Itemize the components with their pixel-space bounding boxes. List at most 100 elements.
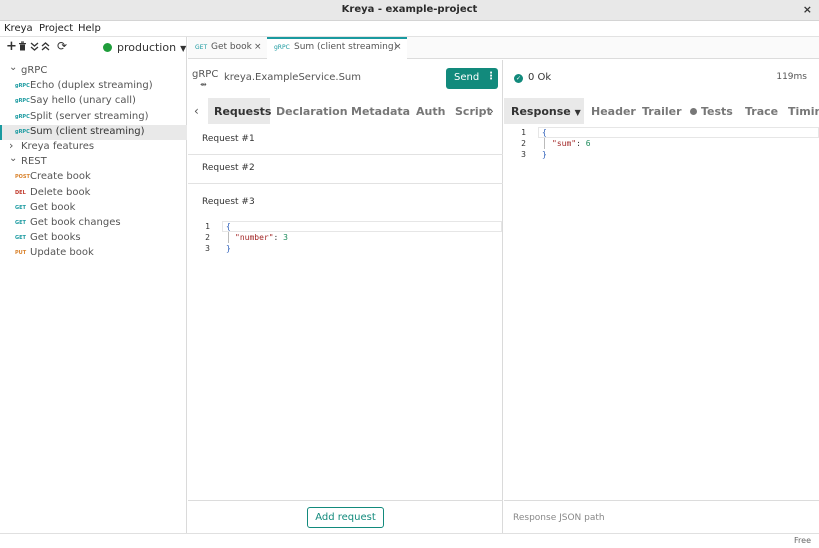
menu-help[interactable]: Help xyxy=(78,23,101,34)
subtab-trailer[interactable]: Trailer xyxy=(642,105,682,118)
environment-status-icon xyxy=(103,43,112,52)
environment-label: production xyxy=(117,41,177,54)
code-line: { xyxy=(542,128,547,137)
add-icon[interactable]: + xyxy=(6,39,17,54)
request-item-3[interactable]: Request #3 xyxy=(188,184,503,218)
line-number: 1 xyxy=(205,222,210,231)
send-label: Send xyxy=(454,72,480,83)
subtab-response-label: Response xyxy=(511,105,571,118)
subtab-auth[interactable]: Auth xyxy=(416,105,445,118)
tree-item[interactable]: PUT Update book xyxy=(0,246,187,261)
tree-item-label: Get books xyxy=(30,232,81,244)
tree-item[interactable]: gRPC Sum (client streaming) xyxy=(0,124,187,140)
code-line: "sum": 6 xyxy=(552,139,591,148)
method-badge: gRPC xyxy=(15,113,30,120)
tree-item-label: Split (server streaming) xyxy=(30,110,149,122)
menu-kreya[interactable]: Kreya xyxy=(4,23,33,34)
tree-item-label: Say hello (unary call) xyxy=(30,95,136,107)
current-line-highlight xyxy=(538,127,819,138)
close-icon[interactable]: × xyxy=(803,3,812,16)
subtab-tests[interactable]: Tests xyxy=(690,105,733,118)
tab-sum-client-streaming[interactable]: gRPC Sum (client streaming) × xyxy=(267,37,407,59)
tree-item[interactable]: gRPC Say hello (unary call) xyxy=(0,94,187,109)
request-pane: gRPC ⇴ kreya.ExampleService.Sum Send ⋮ ‹… xyxy=(188,60,503,533)
line-number: 2 xyxy=(205,233,210,242)
tree-item[interactable]: GET Get book changes xyxy=(0,216,187,231)
subtab-trace[interactable]: Trace xyxy=(745,105,778,118)
subtab-requests[interactable]: Requests xyxy=(214,105,271,118)
tree-group[interactable]: ⌄ REST xyxy=(0,153,187,170)
tests-status-icon xyxy=(690,108,697,115)
json-key: "number" xyxy=(235,233,274,242)
endpoint-field[interactable]: kreya.ExampleService.Sum xyxy=(224,72,361,83)
scroll-right-icon[interactable]: › xyxy=(489,104,494,118)
line-number: 1 xyxy=(521,128,526,137)
subtab-declaration[interactable]: Declaration xyxy=(276,105,348,118)
method-badge: POST xyxy=(15,174,30,181)
subtab-tests-label: Tests xyxy=(701,105,733,118)
menu-project[interactable]: Project xyxy=(39,23,73,34)
request-item-1[interactable]: Request #1 xyxy=(188,127,503,155)
close-icon[interactable]: × xyxy=(394,42,402,52)
tab-get-book[interactable]: GET Get book × xyxy=(188,37,266,59)
line-number: 2 xyxy=(521,139,526,148)
tree-item[interactable]: gRPC Echo (duplex streaming) xyxy=(0,79,187,94)
environment-selector[interactable]: production ▼ xyxy=(103,41,186,54)
sidebar-toolbar: + ⟳ production ▼ xyxy=(0,37,187,60)
tree-item[interactable]: GET Get books xyxy=(0,231,187,246)
sidebar: + ⟳ production ▼ ⌄ gRPC gRPC Echo (duplex st… xyxy=(0,37,187,533)
method-badge: DEL xyxy=(15,189,26,196)
request-item-label: Request #3 xyxy=(202,197,255,207)
current-line-highlight xyxy=(222,221,502,232)
chevron-down-icon[interactable]: ⌄ xyxy=(9,153,17,164)
subtab-script[interactable]: Script xyxy=(455,105,492,118)
code-line: { xyxy=(226,222,231,231)
more-options-icon[interactable]: ⋮ xyxy=(486,71,496,82)
send-button[interactable]: Send ⋮ xyxy=(446,68,498,89)
close-icon[interactable]: × xyxy=(254,42,262,52)
indent-guide xyxy=(544,138,545,149)
tree-item-label: Delete book xyxy=(30,186,91,198)
method-badge: gRPC xyxy=(15,98,30,105)
method-badge: GET xyxy=(15,220,26,226)
subtab-response[interactable]: Response ▼ xyxy=(511,105,581,118)
tree-group[interactable]: › Kreya features xyxy=(0,139,187,155)
subtab-header[interactable]: Header xyxy=(591,105,636,118)
refresh-icon[interactable]: ⟳ xyxy=(57,39,67,53)
tree-item[interactable]: DEL Delete book xyxy=(0,186,187,201)
line-number: 3 xyxy=(205,244,210,253)
code-line: } xyxy=(226,244,231,253)
subtab-timing[interactable]: Timing xyxy=(788,105,819,118)
add-request-label: Add request xyxy=(315,512,376,523)
tree-item-label: Echo (duplex streaming) xyxy=(30,80,153,92)
chevron-right-icon[interactable]: › xyxy=(9,139,13,152)
request-item-2[interactable]: Request #2 xyxy=(188,155,503,184)
delete-icon[interactable] xyxy=(18,41,27,54)
tree-group-label: gRPC xyxy=(21,65,48,76)
json-key: "sum" xyxy=(552,139,577,148)
scroll-left-icon[interactable]: ‹ xyxy=(194,104,199,118)
title-bar: Kreya - example-project × xyxy=(0,0,819,21)
chevron-down-icon[interactable]: ⌄ xyxy=(9,62,17,73)
add-request-button[interactable]: Add request xyxy=(307,507,384,528)
request-body-editor[interactable]: 1 2 3 { "number": 3 } xyxy=(188,220,503,260)
tree-item[interactable]: POST Create book xyxy=(0,170,187,185)
tree-group[interactable]: ⌄ gRPC xyxy=(0,62,187,79)
tree-item[interactable]: GET Get book xyxy=(0,201,187,216)
subtab-metadata[interactable]: Metadata xyxy=(351,105,410,118)
tab-bar: GET Get book × gRPC Sum (client streamin… xyxy=(188,37,819,59)
tree-item[interactable]: gRPC Split (server streaming) xyxy=(0,110,187,125)
request-subtabs: ‹ Requests Declaration Metadata Auth Scr… xyxy=(188,98,503,124)
tab-badge: gRPC xyxy=(274,44,290,51)
collapse-all-icon[interactable] xyxy=(30,41,39,54)
response-body-viewer[interactable]: 1 2 3 { "sum": 6 } xyxy=(504,126,819,166)
response-status: ✓ 0 Ok xyxy=(514,72,551,83)
indent-guide xyxy=(228,232,229,243)
status-text: 0 Ok xyxy=(528,72,552,83)
tree-item-label: Create book xyxy=(30,171,91,183)
method-badge: gRPC xyxy=(15,83,30,90)
window-title: Kreya - example-project xyxy=(341,4,478,15)
request-kind: gRPC xyxy=(192,69,219,80)
response-json-path-input[interactable]: Response JSON path xyxy=(513,513,605,523)
expand-all-icon[interactable] xyxy=(41,41,50,54)
